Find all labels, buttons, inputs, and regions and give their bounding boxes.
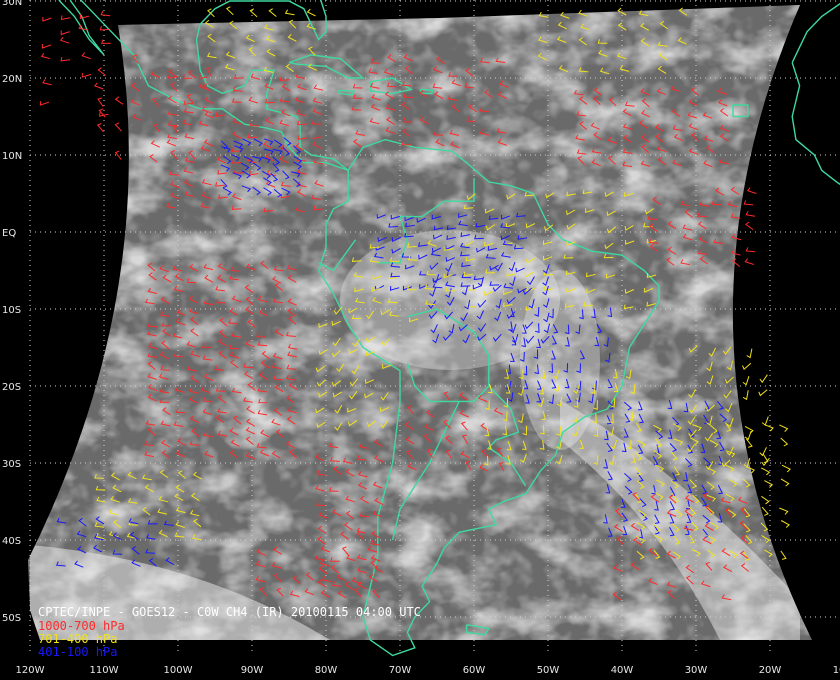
lat-label: EQ	[2, 228, 16, 239]
lon-label: 20W	[759, 665, 782, 676]
wind-barb	[306, 8, 316, 17]
wind-barb	[41, 44, 52, 49]
wind-barb	[746, 348, 753, 359]
wind-barb	[97, 67, 106, 76]
wind-barb	[746, 187, 757, 194]
wind-barb	[101, 39, 111, 44]
wind-barb	[60, 30, 70, 36]
wind-barb	[60, 15, 71, 21]
lat-label: 20N	[2, 74, 22, 85]
coastline-path	[58, 0, 105, 56]
wind-barb	[780, 437, 789, 447]
wind-barb	[81, 52, 91, 60]
wind-barb	[249, 8, 258, 18]
wind-barb	[761, 467, 771, 476]
wind-barb	[100, 10, 111, 17]
lon-label: 120W	[16, 665, 45, 676]
wind-barb	[764, 480, 774, 488]
wind-barb	[744, 425, 754, 434]
satellite-imagery	[28, 5, 812, 640]
wind-barb	[225, 6, 234, 16]
wind-barb	[742, 362, 752, 371]
wind-barb	[761, 495, 770, 505]
lon-label: 50W	[537, 665, 560, 676]
wind-barb	[81, 73, 92, 78]
wind-barb	[114, 122, 122, 132]
wind-barb	[97, 97, 104, 107]
coastline-path	[791, 62, 840, 186]
wind-barb	[268, 8, 277, 17]
wind-barb	[779, 507, 789, 515]
wind-barb	[761, 416, 769, 426]
satellite-wind-map: 30N 20N 10N EQ 10S 20S 30S 40S 50S 120W 110W 100W 90…	[0, 0, 840, 680]
wind-barb	[744, 430, 752, 441]
wind-barb	[114, 96, 124, 105]
wind-barb	[96, 123, 104, 133]
legend-high: 401-100 hPa	[38, 645, 117, 659]
wind-barb	[59, 36, 70, 44]
wind-barb	[743, 200, 754, 206]
wind-barb	[758, 389, 768, 397]
lat-label: 30N	[2, 0, 22, 8]
wind-barb	[745, 247, 756, 253]
lon-label: 40W	[611, 665, 634, 676]
lon-label: 110W	[90, 665, 119, 676]
wind-barb	[761, 506, 769, 516]
map-canvas: 30N 20N 10N EQ 10S 20S 30S 40S 50S 120W 110W 100W 90…	[2, 0, 840, 676]
wind-barb	[93, 82, 104, 90]
lon-label: 80W	[315, 665, 338, 676]
wind-barb	[759, 447, 767, 457]
wind-barb	[742, 376, 750, 386]
wind-barb	[780, 478, 790, 487]
wind-barb	[42, 79, 52, 86]
wind-barb	[39, 101, 50, 106]
legend-low: 1000-700 hPa	[38, 619, 125, 633]
lon-label: 100W	[164, 665, 193, 676]
lat-label: 30S	[2, 459, 21, 470]
lon-label: 10W	[833, 665, 840, 676]
wind-barb	[759, 374, 768, 384]
wind-barb	[780, 520, 790, 528]
wind-barb	[781, 464, 791, 473]
wind-barb	[780, 550, 787, 560]
lon-label: 30W	[685, 665, 708, 676]
lon-label: 90W	[241, 665, 264, 676]
wind-barb	[744, 258, 754, 265]
wind-barb	[744, 221, 754, 231]
lon-label: 70W	[389, 665, 412, 676]
wind-barb	[779, 424, 789, 432]
coastline-path	[791, 2, 840, 63]
wind-barb	[764, 424, 774, 432]
lat-label: 40S	[2, 536, 21, 547]
lat-label: 10S	[2, 305, 21, 316]
wind-barb	[746, 438, 753, 448]
wind-barb	[742, 390, 749, 401]
lat-label: 10N	[2, 151, 22, 162]
lat-label: 50S	[2, 613, 21, 624]
lat-label: 20S	[2, 382, 21, 393]
wind-barb	[40, 52, 51, 60]
map-title: CPTEC/INPE - GOES12 - C0W CH4 (IR) 20100…	[38, 605, 421, 619]
wind-barb	[42, 17, 52, 22]
wind-barb	[284, 9, 295, 16]
lon-label: 60W	[463, 665, 486, 676]
wind-barb	[745, 210, 756, 217]
legend-mid: 701-400 hPa	[38, 632, 117, 646]
wind-barb	[60, 56, 71, 62]
